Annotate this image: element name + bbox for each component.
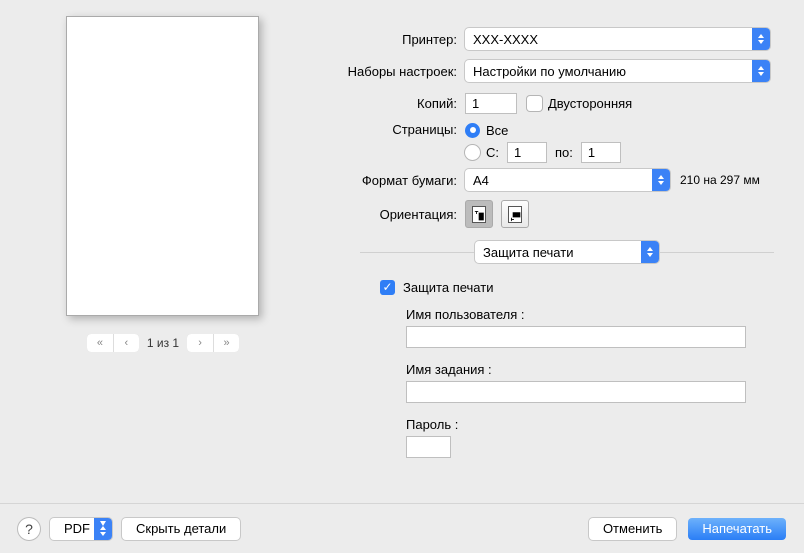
preview-next-last-group: › »: [187, 334, 239, 352]
pages-all-label: Все: [486, 123, 508, 138]
pdf-button-label: PDF: [64, 521, 90, 536]
presets-label: Наборы настроек:: [300, 64, 465, 79]
pages-to-label: по:: [555, 145, 573, 160]
orientation-portrait-button[interactable]: [465, 200, 493, 228]
presets-select[interactable]: Настройки по умолчанию: [465, 60, 770, 82]
printer-label: Принтер:: [300, 32, 465, 47]
pages-range-radio[interactable]: [465, 145, 480, 160]
password-input[interactable]: [406, 436, 451, 458]
dialog-footer: ? PDF Скрыть детали Отменить Напечатать: [0, 503, 804, 553]
preview-prev-button[interactable]: ‹: [113, 334, 139, 352]
secure-print-label: Защита печати: [403, 280, 493, 295]
dropdown-arrow-icon: [94, 518, 112, 540]
paper-size-row: Формат бумаги: A4 210 на 297 мм: [300, 169, 760, 191]
hide-details-button[interactable]: Скрыть детали: [122, 518, 240, 540]
orientation-label: Ориентация:: [300, 207, 465, 222]
printer-select[interactable]: XXX-XXXX: [465, 28, 770, 50]
username-input[interactable]: [406, 326, 746, 348]
landscape-icon: [508, 206, 522, 223]
username-label: Имя пользователя :: [406, 307, 774, 322]
dropdown-arrows-icon: [752, 28, 770, 50]
hide-details-label: Скрыть детали: [136, 521, 226, 536]
two-sided-checkbox[interactable]: [527, 96, 542, 111]
paper-size-label: Формат бумаги:: [300, 173, 465, 188]
printer-row: Принтер: XXX-XXXX: [300, 28, 770, 50]
password-label: Пароль :: [406, 417, 774, 432]
copies-row: Копий: Двусторонняя: [300, 93, 632, 114]
portrait-icon: [472, 206, 486, 223]
preview-navigation: « ‹ 1 из 1 › »: [48, 332, 278, 354]
presets-value: Настройки по умолчанию: [473, 64, 626, 79]
pages-row: Страницы: Все С: по:: [300, 120, 621, 164]
copies-input[interactable]: [465, 93, 517, 114]
paper-size-detail: 210 на 297 мм: [680, 173, 760, 187]
cancel-button[interactable]: Отменить: [589, 518, 676, 540]
pages-all-radio[interactable]: [465, 123, 480, 138]
print-label: Напечатать: [702, 521, 772, 536]
orientation-row: Ориентация:: [300, 200, 529, 228]
presets-row: Наборы настроек: Настройки по умолчанию: [300, 60, 770, 82]
dropdown-arrows-icon: [752, 60, 770, 82]
paper-size-value: A4: [473, 173, 489, 188]
preview-first-button[interactable]: «: [87, 334, 113, 352]
jobname-label: Имя задания :: [406, 362, 774, 377]
pages-label: Страницы:: [300, 120, 465, 137]
help-button[interactable]: ?: [18, 518, 40, 540]
pages-from-label: С:: [486, 145, 499, 160]
settings-section-value: Защита печати: [483, 245, 573, 260]
jobname-input[interactable]: [406, 381, 746, 403]
secure-print-section: ✓ Защита печати Имя пользователя : Имя з…: [380, 280, 774, 458]
settings-section-select[interactable]: Защита печати: [475, 241, 659, 263]
printer-value: XXX-XXXX: [473, 32, 538, 47]
pages-options: Все С: по:: [465, 120, 621, 164]
preview-first-prev-group: « ‹: [87, 334, 139, 352]
pdf-dropdown-button[interactable]: PDF: [50, 518, 112, 540]
copies-label: Копий:: [300, 96, 465, 111]
two-sided-label: Двусторонняя: [548, 96, 632, 111]
orientation-landscape-button[interactable]: [501, 200, 529, 228]
preview-next-button[interactable]: ›: [187, 334, 213, 352]
print-preview: [66, 16, 259, 316]
paper-size-select[interactable]: A4: [465, 169, 670, 191]
dropdown-arrows-icon: [652, 169, 670, 191]
pages-from-input[interactable]: [507, 142, 547, 163]
preview-last-button[interactable]: »: [213, 334, 239, 352]
print-button[interactable]: Напечатать: [688, 518, 786, 540]
secure-print-checkbox[interactable]: ✓: [380, 280, 395, 295]
dropdown-arrows-icon: [641, 241, 659, 263]
print-dialog: « ‹ 1 из 1 › » Принтер: XXX-XXXX Наборы …: [0, 0, 804, 553]
pages-to-input[interactable]: [581, 142, 621, 163]
page-indicator: 1 из 1: [147, 336, 179, 350]
cancel-label: Отменить: [603, 521, 662, 536]
